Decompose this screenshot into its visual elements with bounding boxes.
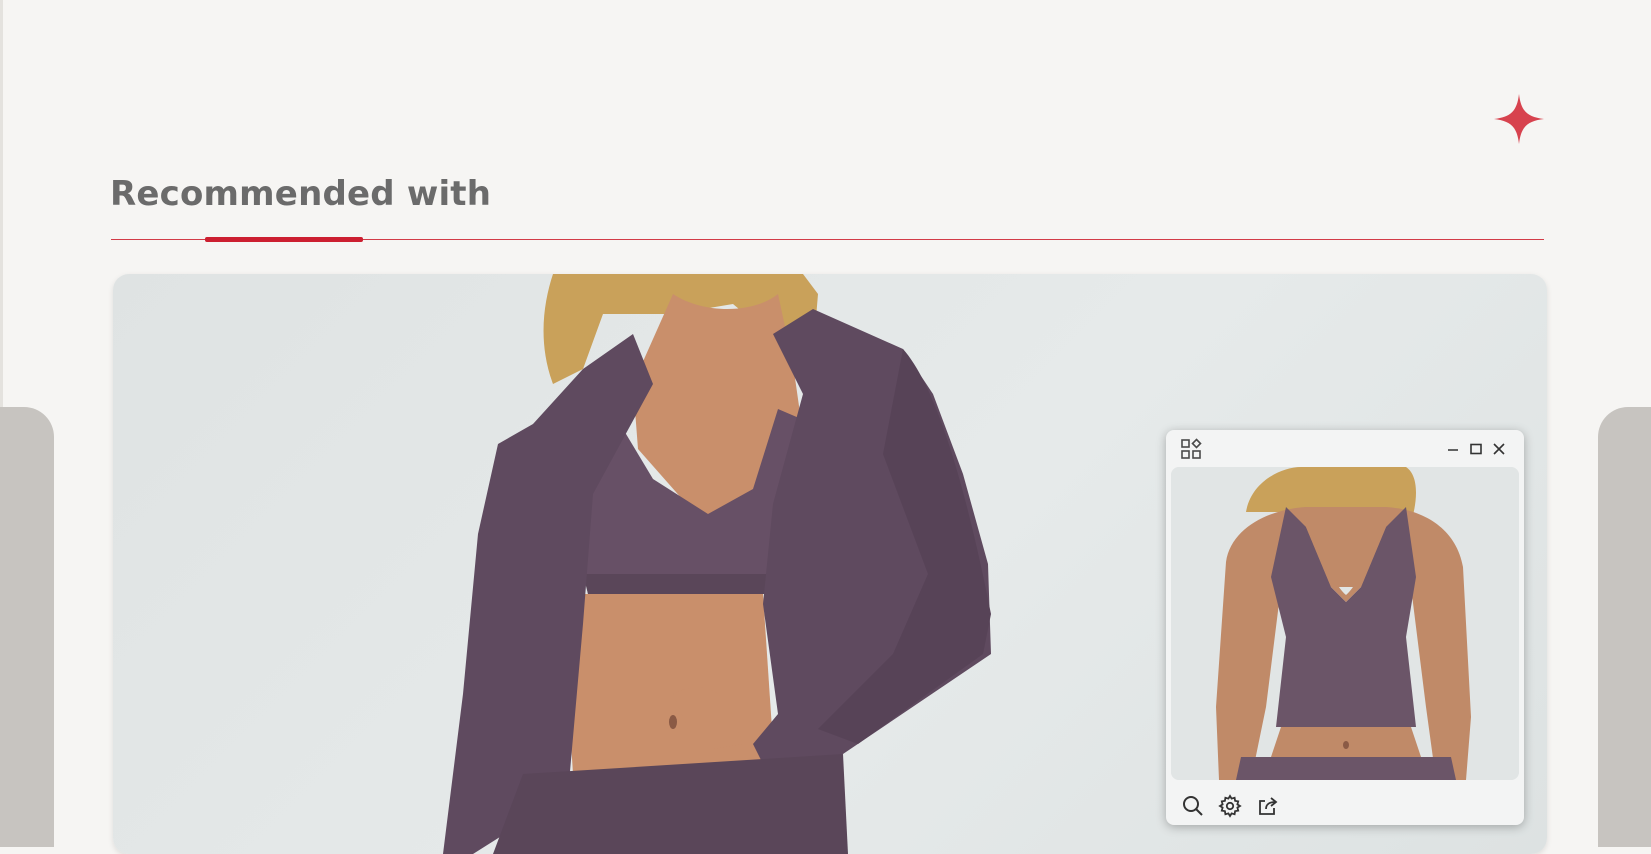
four-point-star-icon [1494,94,1544,144]
gear-icon[interactable] [1217,793,1243,819]
close-icon[interactable] [1488,438,1510,460]
preview-toolbar [1166,785,1524,825]
share-icon[interactable] [1255,793,1281,819]
apps-grid-icon[interactable] [1180,438,1202,460]
search-icon[interactable] [1180,793,1206,819]
carousel-prev-panel[interactable] [0,407,54,847]
section-title: Recommended with [110,174,492,214]
minimize-icon[interactable] [1442,438,1464,460]
section-divider-accent [205,237,363,242]
maximize-icon[interactable] [1465,438,1487,460]
floating-preview-window[interactable] [1166,430,1524,825]
preview-window-titlebar[interactable] [1166,430,1524,466]
preview-product-image[interactable] [1171,467,1519,780]
carousel-next-panel[interactable] [1598,407,1651,847]
